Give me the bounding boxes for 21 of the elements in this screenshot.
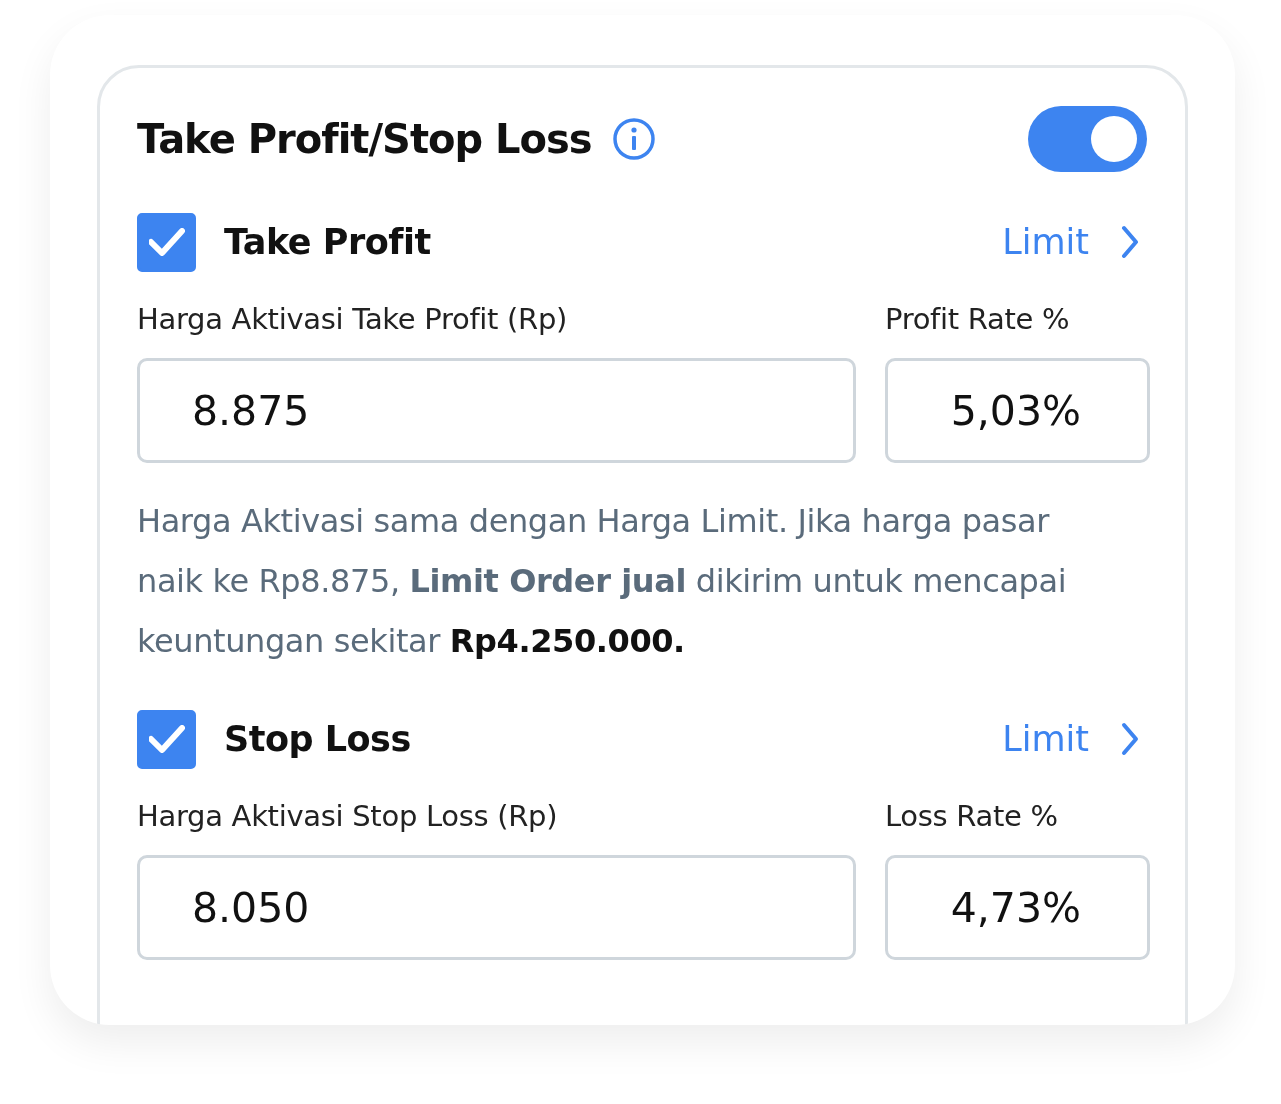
rate-field[interactable]: 5,03% — [885, 358, 1150, 463]
info-icon[interactable] — [611, 117, 656, 161]
price-field[interactable]: 8.050 — [137, 855, 856, 960]
chevron-right-icon[interactable] — [1119, 224, 1141, 260]
order-type-link[interactable]: Limit — [1002, 222, 1089, 262]
rate-field[interactable]: 4,73% — [885, 855, 1150, 960]
field-label: Profit Rate % — [885, 302, 1071, 336]
section-title: Take Profit — [224, 222, 431, 262]
field-label: Harga Aktivasi Stop Loss (Rp) — [137, 799, 559, 833]
price-field[interactable]: 8.875 — [137, 358, 856, 463]
order-type-link[interactable]: Limit — [1002, 719, 1089, 759]
checkbox[interactable] — [137, 212, 196, 272]
chevron-right-icon[interactable] — [1119, 721, 1141, 757]
checkmark-icon — [148, 228, 185, 256]
checkbox[interactable] — [137, 709, 196, 769]
checkmark-icon — [148, 725, 185, 753]
panel-title: Take Profit/Stop Loss — [137, 116, 592, 162]
field-label: Loss Rate % — [885, 799, 1059, 833]
description-text: Harga Aktivasi sama dengan Harga Limit. Jika harga pasar naik ke Rp8.875, Limit Order jual dikirim untuk mencapai keuntungan sekitar Rp4.250.000. — [137, 501, 1068, 662]
section-title: Stop Loss — [224, 719, 411, 759]
field-label: Harga Aktivasi Take Profit (Rp) — [137, 302, 569, 336]
